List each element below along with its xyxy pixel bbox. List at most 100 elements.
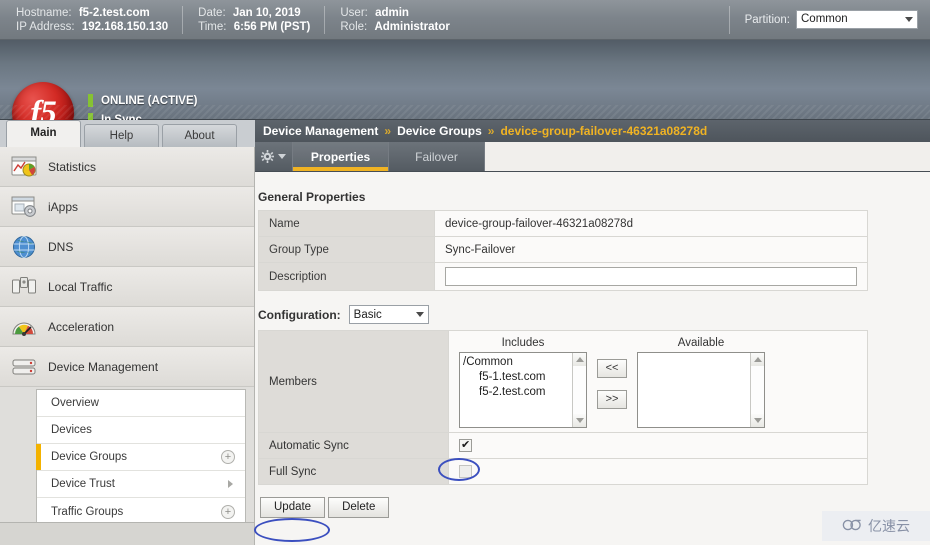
acceleration-gauge-icon: [10, 313, 38, 341]
sidebar-item-acceleration[interactable]: Acceleration: [0, 307, 254, 347]
includes-scrollbar[interactable]: [572, 353, 586, 427]
includes-column: Includes /Common f5-1.test.com f5-2.test…: [459, 337, 587, 428]
full-sync-cell: [449, 459, 868, 485]
tab-properties[interactable]: Properties: [293, 142, 389, 171]
group-type-label: Group Type: [259, 237, 435, 263]
automatic-sync-checkbox[interactable]: [459, 439, 472, 452]
chevron-down-icon: [905, 17, 913, 22]
delete-button[interactable]: Delete: [328, 497, 389, 518]
list-item[interactable]: f5-1.test.com: [463, 370, 586, 385]
description-input[interactable]: [445, 267, 857, 286]
configuration-select[interactable]: Basic: [349, 305, 429, 324]
time-label: Time:: [198, 21, 226, 33]
sidebar-subitem-device-groups[interactable]: Device Groups +: [37, 444, 245, 471]
move-buttons-column: << >>: [597, 337, 627, 409]
sidebar-item-label: Acceleration: [48, 320, 114, 334]
automatic-sync-cell: [449, 433, 868, 459]
name-value: device-group-failover-46321a08278d: [435, 211, 868, 237]
sidebar-subitem-devices[interactable]: Devices: [37, 417, 245, 444]
sidebar-item-label: DNS: [48, 240, 73, 254]
cloud-icon: [842, 518, 864, 535]
available-listbox[interactable]: [637, 352, 765, 428]
update-button[interactable]: Update: [260, 497, 325, 518]
scroll-up-icon[interactable]: [751, 353, 764, 366]
sidebar-item-iapps[interactable]: iApps: [0, 187, 254, 227]
description-label: Description: [259, 263, 435, 291]
full-sync-checkbox[interactable]: [459, 465, 472, 478]
description-cell: [435, 263, 868, 291]
breadcrumb-current: device-group-failover-46321a08278d: [500, 124, 707, 138]
chevron-down-icon: [416, 312, 424, 317]
sidebar-footer: [0, 522, 255, 545]
sidebar-subitem-traffic-groups[interactable]: Traffic Groups +: [37, 498, 245, 525]
list-item[interactable]: /Common: [463, 355, 586, 370]
tab-failover[interactable]: Failover: [389, 142, 485, 171]
device-management-icon: [10, 353, 38, 381]
plus-icon[interactable]: +: [221, 450, 235, 464]
user-label: User:: [340, 7, 367, 19]
includes-caption: Includes: [459, 337, 587, 349]
ip-address-label: IP Address:: [16, 21, 75, 33]
sidebar-subitem-device-trust[interactable]: Device Trust: [37, 471, 245, 498]
hostname-value: f5-2.test.com: [79, 7, 150, 19]
datetime-cell: Date: Jan 10, 2019 Time: 6:56 PM (PST): [182, 0, 324, 40]
settings-menu-button[interactable]: [255, 142, 293, 171]
sidebar-item-label: iApps: [48, 200, 78, 214]
tab-bar-filler: [485, 142, 930, 171]
ip-address-value: 192.168.150.130: [82, 21, 168, 33]
sidebar-item-device-management[interactable]: Device Management: [0, 347, 254, 387]
partition-select-value: Common: [801, 11, 848, 28]
chevron-down-icon: [278, 154, 286, 159]
content-tab-bar: Properties Failover: [255, 142, 930, 172]
device-management-submenu: Overview Devices Device Groups + Device …: [36, 389, 246, 526]
scroll-up-icon[interactable]: [573, 353, 586, 366]
breadcrumb-root[interactable]: Device Management: [263, 124, 378, 138]
name-label: Name: [259, 211, 435, 237]
move-right-button[interactable]: >>: [597, 390, 627, 409]
includes-listbox[interactable]: /Common f5-1.test.com f5-2.test.com: [459, 352, 587, 428]
breadcrumb-separator: »: [488, 124, 495, 138]
partition-label: Partition:: [745, 14, 790, 26]
configuration-row: Configuration: Basic: [258, 305, 930, 324]
sidebar-subitem-label: Traffic Groups: [51, 506, 123, 518]
general-properties-title: General Properties: [258, 190, 930, 204]
host-info-cell: Hostname: f5-2.test.com IP Address: 192.…: [0, 0, 182, 40]
full-sync-label: Full Sync: [259, 459, 449, 485]
dns-globe-icon: [10, 233, 38, 261]
topbar-spacer: [464, 0, 729, 40]
role-value: Administrator: [374, 21, 449, 33]
general-properties-table: Name device-group-failover-46321a08278d …: [258, 210, 868, 291]
content-area: Device Management » Device Groups » devi…: [255, 120, 930, 545]
plus-icon[interactable]: +: [221, 505, 235, 519]
partition-select[interactable]: Common: [796, 10, 918, 29]
partition-cell: Partition: Common: [729, 0, 930, 40]
nav-tab-about[interactable]: About: [162, 124, 237, 147]
sidebar-subitem-label: Device Trust: [51, 478, 115, 490]
sidebar-item-statistics[interactable]: Statistics: [0, 147, 254, 187]
sidebar: Statistics iApps: [0, 147, 255, 522]
includes-list: /Common f5-1.test.com f5-2.test.com: [460, 353, 586, 400]
list-item[interactable]: f5-2.test.com: [463, 385, 586, 400]
nav-tab-bar: Main Help About: [0, 120, 255, 147]
sidebar-item-label: Statistics: [48, 160, 96, 174]
date-label: Date:: [198, 7, 226, 19]
sidebar-item-local-traffic[interactable]: Local Traffic: [0, 267, 254, 307]
scroll-down-icon[interactable]: [751, 414, 764, 427]
properties-panel: General Properties Name device-group-fai…: [255, 172, 930, 518]
user-cell: User: admin Role: Administrator: [324, 0, 463, 40]
sidebar-subitem-overview[interactable]: Overview: [37, 390, 245, 417]
breadcrumb-section[interactable]: Device Groups: [397, 124, 482, 138]
date-value: Jan 10, 2019: [233, 7, 301, 19]
move-left-button[interactable]: <<: [597, 359, 627, 378]
status-indicator-bar: [88, 94, 93, 107]
scroll-down-icon[interactable]: [573, 414, 586, 427]
chevron-right-icon[interactable]: [228, 480, 233, 488]
table-row: Automatic Sync: [259, 433, 868, 459]
nav-tab-help[interactable]: Help: [84, 124, 159, 147]
nav-tab-main[interactable]: Main: [6, 120, 81, 147]
available-list: [638, 353, 764, 355]
available-scrollbar[interactable]: [750, 353, 764, 427]
sidebar-item-dns[interactable]: DNS: [0, 227, 254, 267]
available-caption: Available: [637, 337, 765, 349]
table-row: Description: [259, 263, 868, 291]
